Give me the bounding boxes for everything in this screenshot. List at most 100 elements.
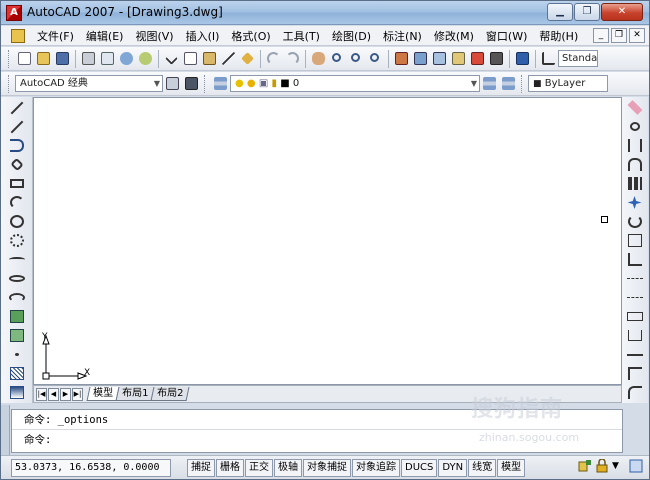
workspace-settings-icon[interactable] [164, 75, 181, 92]
tab-layout2[interactable]: 布局2 [150, 387, 191, 401]
point-icon[interactable] [8, 346, 26, 363]
ducs-toggle[interactable]: DUCS [401, 458, 438, 477]
toolbar-grip[interactable] [204, 74, 208, 93]
toolbar-grip[interactable] [8, 74, 12, 93]
next-tab-button[interactable]: ▶ [60, 387, 71, 401]
design-center-icon[interactable] [412, 50, 429, 67]
menu-help[interactable]: 帮助(H) [533, 28, 584, 44]
title-bar[interactable]: A AutoCAD 2007 - [Drawing3.dwg] ▁ ❐ ✕ [1, 1, 649, 25]
ellipse-arc-icon[interactable] [8, 289, 26, 306]
polar-toggle[interactable]: 极轴 [274, 458, 302, 477]
communication-center-icon[interactable] [578, 459, 592, 473]
coordinates-display[interactable]: 53.0373, 16.6538, 0.0000 [11, 458, 171, 477]
text-style-select[interactable]: Standa [558, 50, 598, 67]
join-icon[interactable] [626, 346, 644, 363]
break-icon[interactable] [626, 327, 644, 344]
clean-screen-icon[interactable] [629, 459, 643, 473]
new-icon[interactable] [16, 50, 33, 67]
ortho-toggle[interactable]: 正交 [245, 458, 273, 477]
copy-object-icon[interactable] [626, 118, 644, 135]
chevron-down-icon[interactable]: ▼ [612, 459, 626, 473]
first-tab-button[interactable]: |◀ [36, 387, 47, 401]
plot-preview-icon[interactable] [99, 50, 116, 67]
sheet-set-icon[interactable] [450, 50, 467, 67]
tab-layout1[interactable]: 布局1 [115, 387, 155, 401]
previous-tab-button[interactable]: ◀ [48, 387, 59, 401]
menu-draw[interactable]: 绘图(D) [326, 28, 377, 44]
save-workspace-icon[interactable] [183, 75, 200, 92]
layer-previous-icon[interactable] [500, 75, 517, 92]
otrack-toggle[interactable]: 对象追踪 [352, 458, 400, 477]
zoom-window-icon[interactable] [348, 50, 365, 67]
toolbar-grip[interactable] [8, 49, 12, 68]
insert-block-icon[interactable] [8, 308, 26, 325]
doc-minimize-button[interactable]: _ [593, 28, 609, 43]
markup-icon[interactable] [469, 50, 486, 67]
linetype-select[interactable]: ■ ByLayer [528, 75, 608, 92]
hatch-icon[interactable] [8, 365, 26, 382]
scale-icon[interactable] [626, 232, 644, 249]
menu-edit[interactable]: 编辑(E) [80, 28, 130, 44]
fillet-icon[interactable] [626, 384, 644, 401]
save-icon[interactable] [54, 50, 71, 67]
last-tab-button[interactable]: ▶| [72, 387, 83, 401]
extend-icon[interactable] [626, 289, 644, 306]
rotate-icon[interactable] [626, 213, 644, 230]
menu-insert[interactable]: 插入(I) [180, 28, 226, 44]
menu-file[interactable]: 文件(F) [31, 28, 80, 44]
polyline-icon[interactable] [8, 137, 26, 154]
close-button[interactable]: ✕ [601, 3, 643, 21]
osnap-toggle[interactable]: 对象捕捉 [303, 458, 351, 477]
dyn-toggle[interactable]: DYN [438, 458, 468, 477]
model-space-toggle[interactable]: 模型 [497, 458, 526, 477]
minimize-button[interactable]: ▁ [547, 3, 573, 21]
rectangle-icon[interactable] [8, 175, 26, 192]
lock-icon[interactable] [595, 458, 609, 473]
3d-dwf-icon[interactable] [137, 50, 154, 67]
print-icon[interactable] [80, 50, 97, 67]
move-icon[interactable] [626, 194, 644, 211]
menu-format[interactable]: 格式(O) [225, 28, 276, 44]
pan-icon[interactable] [310, 50, 327, 67]
zoom-previous-icon[interactable] [367, 50, 384, 67]
text-style-icon[interactable] [540, 50, 557, 67]
snap-toggle[interactable]: 捕捉 [187, 458, 215, 477]
trim-icon[interactable] [626, 270, 644, 287]
tool-palettes-icon[interactable] [431, 50, 448, 67]
spline-icon[interactable] [8, 251, 26, 268]
menu-dimension[interactable]: 标注(N) [377, 28, 428, 44]
tab-model[interactable]: 模型 [86, 387, 120, 401]
grid-toggle[interactable]: 栅格 [216, 458, 244, 477]
copy-icon[interactable] [182, 50, 199, 67]
autocad-app-icon[interactable]: A [6, 5, 22, 21]
menu-modify[interactable]: 修改(M) [428, 28, 480, 44]
publish-icon[interactable] [118, 50, 135, 67]
offset-icon[interactable] [626, 156, 644, 173]
line-icon[interactable] [8, 99, 26, 116]
doc-restore-button[interactable]: ❐ [611, 28, 627, 43]
layer-select[interactable]: ● ● ▣ ▮ ■ 0 ▼ [230, 75, 480, 92]
calculator-icon[interactable] [488, 50, 505, 67]
erase-icon[interactable] [626, 99, 644, 116]
zoom-realtime-icon[interactable] [329, 50, 346, 67]
chamfer-icon[interactable] [626, 365, 644, 382]
polygon-icon[interactable] [8, 156, 26, 173]
document-icon[interactable] [11, 28, 25, 43]
stretch-icon[interactable] [626, 251, 644, 268]
break-at-point-icon[interactable] [626, 308, 644, 325]
menu-window[interactable]: 窗口(W) [480, 28, 533, 44]
arc-icon[interactable] [8, 194, 26, 211]
command-window-grip[interactable] [1, 405, 10, 455]
gradient-icon[interactable] [8, 384, 26, 401]
toolbar-grip[interactable] [521, 74, 525, 93]
paste-icon[interactable] [201, 50, 218, 67]
menu-view[interactable]: 视图(V) [129, 28, 179, 44]
cut-icon[interactable] [163, 50, 180, 67]
mirror-icon[interactable] [626, 137, 644, 154]
workspace-select[interactable]: AutoCAD 经典 ▼ [15, 75, 163, 92]
make-block-icon[interactable] [8, 327, 26, 344]
array-icon[interactable] [626, 175, 644, 192]
drawing-canvas[interactable]: Y X [33, 97, 622, 385]
lineweight-toggle[interactable]: 线宽 [468, 458, 497, 477]
match-properties-icon[interactable] [220, 50, 237, 67]
